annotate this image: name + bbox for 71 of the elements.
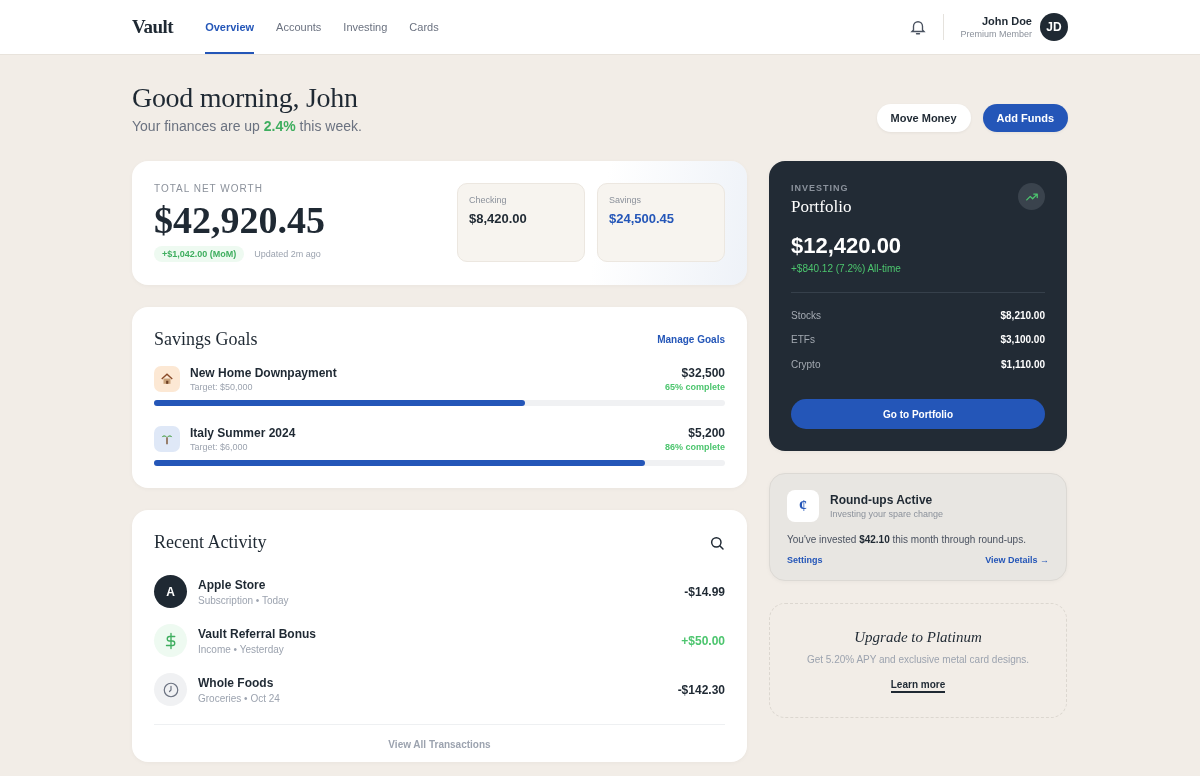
holding-name: Crypto: [791, 358, 821, 370]
portfolio-change: +$840.12 (7.2%) All-time: [791, 263, 902, 274]
nav-tab[interactable]: Accounts: [276, 0, 322, 54]
goal-amount: $5,200: [688, 426, 725, 440]
holding-amount: $3,100.00: [1000, 334, 1045, 346]
user-avatar[interactable]: JD: [1040, 13, 1068, 41]
net-worth-amount: $42,920.45: [154, 198, 325, 242]
logo[interactable]: Vault: [132, 16, 174, 38]
greeting-title: Good morning, John: [132, 82, 359, 114]
holding-name: Stocks: [791, 309, 821, 321]
account-balance: $24,500.45: [609, 211, 676, 226]
portfolio-title: Portfolio: [791, 197, 852, 217]
goal-amount: $32,500: [681, 366, 725, 380]
transaction-name: Whole Foods: [198, 675, 275, 690]
greeting-subtitle: Your finances are up 2.4% this week.: [132, 118, 362, 134]
completion-label: 86% complete: [664, 442, 725, 452]
round-ups-subtitle: Investing your spare change: [830, 509, 944, 519]
goal-target: Target: $50,000: [190, 382, 254, 392]
bell-icon[interactable]: [909, 18, 928, 36]
nav-tab[interactable]: Cards: [409, 0, 439, 54]
account-tile[interactable]: Checking $8,420.00: [457, 183, 585, 262]
view-details-link[interactable]: View Details →: [985, 555, 1049, 565]
transaction-meta: Groceries • Oct 24: [198, 692, 281, 704]
transaction-meta: Income • Yesterday: [198, 643, 285, 655]
transaction-amount: -$142.30: [677, 682, 725, 697]
holding-amount: $1,110.00: [1001, 358, 1045, 370]
account-name: Checking: [469, 195, 508, 205]
goal-target: Target: $6,000: [190, 442, 249, 452]
completion-label: 65% complete: [664, 382, 725, 392]
settings-link[interactable]: Settings: [787, 555, 823, 565]
transaction-row[interactable]: Whole Foods Groceries • Oct 24 -$142.30: [154, 665, 725, 714]
transaction-name: Apple Store: [198, 577, 267, 592]
card-title: Recent Activity: [154, 532, 267, 553]
account-tile[interactable]: Savings $24,500.45: [597, 183, 725, 262]
learn-more-link[interactable]: Learn more: [890, 678, 946, 693]
net-worth-label: TOTAL NET WORTH: [154, 183, 264, 194]
add-funds-button[interactable]: Add Funds: [982, 104, 1068, 132]
trend-up-icon: [1018, 183, 1045, 210]
move-money-button[interactable]: Move Money: [876, 104, 971, 132]
goal-name: Italy Summer 2024: [190, 426, 297, 440]
upgrade-description: Get 5.20% APY and exclusive metal card designs.: [806, 653, 1030, 665]
transaction-row[interactable]: Vault Referral Bonus Income • Yesterday +$50.00: [154, 616, 725, 665]
portfolio-eyebrow: INVESTING: [791, 183, 850, 193]
go-to-portfolio-button[interactable]: Go to Portfolio: [791, 399, 1045, 429]
round-ups-summary: You've invested $42.10 this month through round-ups.: [787, 534, 1027, 545]
updated-time: Updated 2m ago: [254, 249, 321, 259]
round-ups-title: Round-ups Active: [830, 493, 934, 507]
merchant-avatar: A: [154, 575, 187, 608]
clock-icon: [154, 673, 187, 706]
account-name: Savings: [609, 195, 643, 205]
transaction-amount: +$50.00: [681, 633, 725, 648]
nav-tab[interactable]: Investing: [343, 0, 388, 54]
user-name: John Doe: [981, 15, 1032, 27]
account-balance: $8,420.00: [469, 211, 528, 226]
transaction-amount: -$14.99: [684, 584, 725, 599]
change-badge: +$1,042.00 (MoM): [154, 246, 245, 262]
card-title: Savings Goals: [154, 329, 258, 350]
manage-goals-link[interactable]: Manage Goals: [657, 334, 725, 345]
transaction-meta: Subscription • Today: [198, 594, 290, 606]
dollar-icon: [154, 624, 187, 657]
search-icon[interactable]: [709, 534, 725, 551]
transaction-row[interactable]: A Apple Store Subscription • Today -$14.99: [154, 567, 725, 616]
holding-amount: $8,210.00: [1000, 309, 1045, 321]
nav-tab[interactable]: Overview: [205, 0, 255, 54]
cent-icon: ¢: [787, 490, 819, 522]
goal-name: New Home Downpayment: [190, 366, 338, 380]
transaction-name: Vault Referral Bonus: [198, 626, 318, 641]
portfolio-value: $12,420.00: [791, 233, 903, 259]
membership-label: Premium Member: [960, 29, 1032, 39]
holding-name: ETFs: [791, 334, 815, 346]
upgrade-title: Upgrade to Platinum: [854, 628, 982, 646]
